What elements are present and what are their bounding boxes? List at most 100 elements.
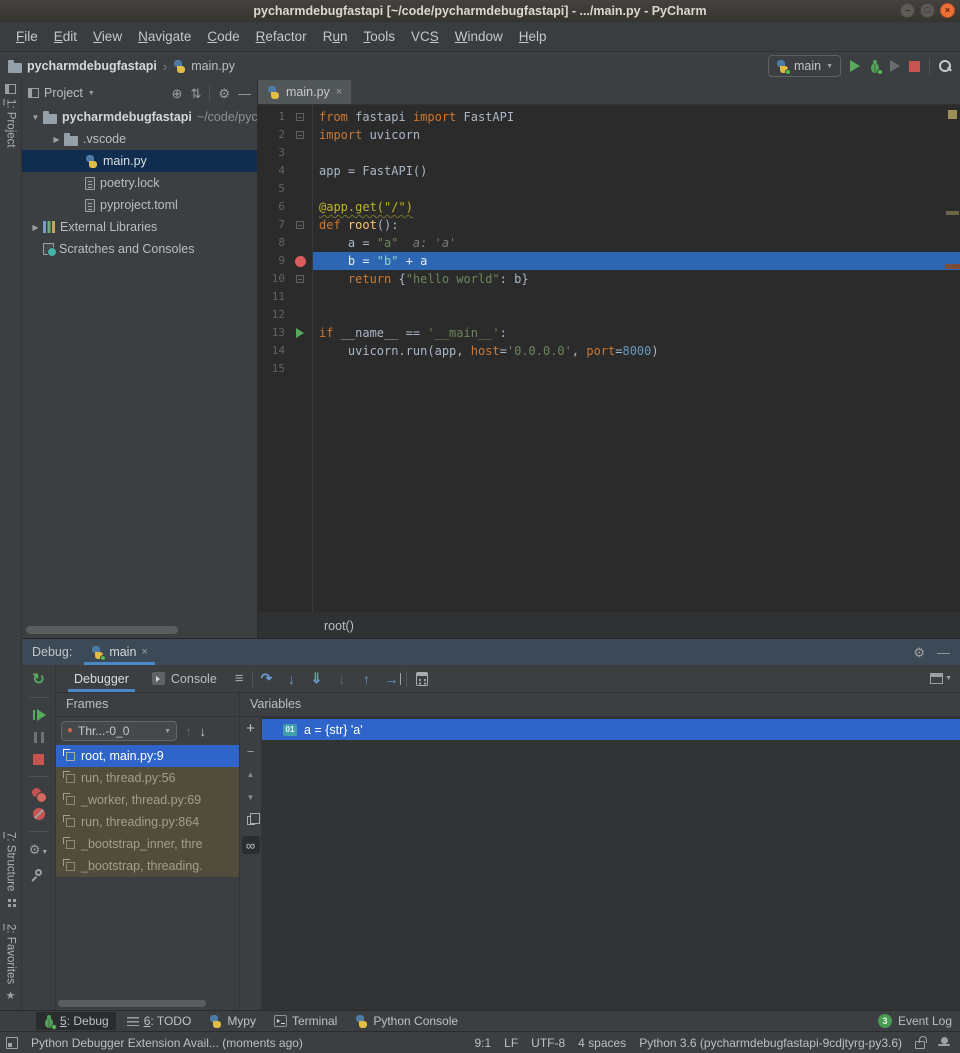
code-text[interactable]: @app.get("/") xyxy=(312,198,960,216)
mute-breakpoints-icon[interactable] xyxy=(33,808,45,820)
tree-item-pycharmdebugfastapi[interactable]: ▼pycharmdebugfastapi~/code/pycharmdebugf… xyxy=(22,106,257,128)
breakpoint-icon[interactable] xyxy=(295,256,306,267)
code-text[interactable] xyxy=(312,180,960,198)
minimize-button[interactable]: – xyxy=(900,3,915,18)
toolwindow-button-todo[interactable]: 6: TODO xyxy=(120,1012,199,1030)
search-everywhere-icon[interactable] xyxy=(939,60,952,73)
code-editor[interactable]: 1from fastapi import FastAPI2import uvic… xyxy=(258,105,960,612)
duplicate-watch-icon[interactable] xyxy=(247,816,255,825)
unlock-icon[interactable] xyxy=(915,1041,925,1049)
restore-layout-icon[interactable] xyxy=(930,673,943,684)
tree-item-external-libraries[interactable]: ▶External Libraries xyxy=(22,216,257,238)
force-step-into-icon[interactable]: ⇓ xyxy=(306,670,328,687)
step-over-icon[interactable]: ↷ xyxy=(256,670,278,687)
frame-item-run-threading-py-864[interactable]: run, threading.py:864 xyxy=(56,811,239,833)
menu-navigate[interactable]: Navigate xyxy=(130,26,199,47)
stop-button[interactable] xyxy=(909,61,920,72)
layout-menu-icon[interactable]: ≡ xyxy=(230,670,249,687)
add-watch-icon[interactable]: + xyxy=(246,722,255,736)
pin-tab-icon[interactable] xyxy=(34,868,44,878)
code-text[interactable]: return {"hello world": b} xyxy=(312,270,960,288)
status-message[interactable]: Python Debugger Extension Avail... (mome… xyxy=(31,1036,303,1050)
stripe-button-structure[interactable]: 7: Structure xyxy=(5,832,17,907)
rerun-icon[interactable]: ↻ xyxy=(32,673,45,686)
stop-icon[interactable] xyxy=(33,754,44,765)
inspections-profile-icon[interactable] xyxy=(938,1037,950,1049)
view-breakpoints-icon[interactable] xyxy=(32,788,41,797)
step-out-icon[interactable]: ↑ xyxy=(356,671,378,687)
debug-button[interactable] xyxy=(869,60,881,73)
debugger-settings-icon[interactable]: ⚙▼ xyxy=(29,843,49,856)
tree-item-main-py[interactable]: main.py xyxy=(22,150,257,172)
tree-arrow-icon[interactable]: ▶ xyxy=(49,135,64,144)
next-frame-icon[interactable]: ↓ xyxy=(200,724,207,739)
caret-position[interactable]: 9:1 xyxy=(474,1036,491,1050)
frame-item-bootstrap-inner-thre[interactable]: _bootstrap_inner, thre xyxy=(56,833,239,855)
tree-item-poetry-lock[interactable]: poetry.lock xyxy=(22,172,257,194)
fold-icon[interactable] xyxy=(296,113,304,121)
variable-item[interactable]: 01a = {str} 'a' xyxy=(262,719,960,740)
project-view-dropdown-icon[interactable]: ▼ xyxy=(88,90,95,97)
show-watches-toggle-icon[interactable]: ∞ xyxy=(242,836,260,854)
session-close-icon[interactable]: × xyxy=(141,646,147,658)
code-text[interactable]: uvicorn.run(app, host='0.0.0.0', port=80… xyxy=(312,342,960,360)
menu-edit[interactable]: Edit xyxy=(46,26,85,47)
coverage-button[interactable] xyxy=(890,60,900,72)
project-horizontal-scrollbar[interactable] xyxy=(26,626,178,634)
code-text[interactable] xyxy=(312,360,960,378)
tree-arrow-icon[interactable]: ▼ xyxy=(28,113,43,122)
frames-horizontal-scrollbar[interactable] xyxy=(58,1000,206,1007)
run-line-icon[interactable] xyxy=(296,328,304,338)
stripe-button-project[interactable]: 1: Project xyxy=(5,84,17,148)
editor-tab-main-py[interactable]: main.py × xyxy=(258,80,351,104)
menu-run[interactable]: Run xyxy=(315,26,356,47)
code-text[interactable]: if __name__ == '__main__': xyxy=(312,324,960,342)
menu-help[interactable]: Help xyxy=(511,26,555,47)
evaluate-expression-icon[interactable] xyxy=(416,672,428,686)
code-text[interactable]: b = "b" + a xyxy=(312,252,960,270)
menu-code[interactable]: Code xyxy=(199,26,247,47)
toolwindow-button-event-log[interactable]: Event Log xyxy=(898,1014,952,1028)
error-stripe-warning-mark[interactable] xyxy=(946,211,959,215)
toggle-toolwindows-icon[interactable] xyxy=(6,1037,18,1049)
frame-item-bootstrap-threading[interactable]: _bootstrap, threading. xyxy=(56,855,239,877)
debug-settings-gear-icon[interactable]: ⚙ xyxy=(913,646,925,659)
frame-item-root-main-py-9[interactable]: root, main.py:9 xyxy=(56,745,239,767)
code-text[interactable]: def root(): xyxy=(312,216,960,234)
breadcrumb-file[interactable]: main.py xyxy=(191,59,235,73)
tab-debugger[interactable]: Debugger xyxy=(64,665,139,692)
frame-item-worker-thread-py-69[interactable]: _worker, thread.py:69 xyxy=(56,789,239,811)
code-text[interactable] xyxy=(312,306,960,324)
toolwindow-button-python-console[interactable]: Python Console xyxy=(348,1012,465,1030)
tree-item-vscode[interactable]: ▶.vscode xyxy=(22,128,257,150)
tree-item-scratches-and-consoles[interactable]: Scratches and Consoles xyxy=(22,238,257,260)
resume-program-icon[interactable] xyxy=(32,709,46,721)
line-ending[interactable]: LF xyxy=(504,1036,518,1050)
code-text[interactable] xyxy=(312,144,960,162)
frame-item-run-thread-py-56[interactable]: run, thread.py:56 xyxy=(56,767,239,789)
debug-hide-icon[interactable]: — xyxy=(937,646,950,659)
project-view-title[interactable]: Project xyxy=(44,86,83,100)
step-into-icon[interactable]: ↓ xyxy=(281,671,303,687)
code-text[interactable]: from fastapi import FastAPI xyxy=(312,108,960,126)
fold-icon[interactable] xyxy=(296,221,304,229)
menu-file[interactable]: File xyxy=(8,26,46,47)
debug-session-tab[interactable]: main × xyxy=(84,639,155,665)
thread-selector[interactable]: ● Thr...-0_0 ▼ xyxy=(61,721,177,741)
toolwindow-button-debug[interactable]: 5: Debug xyxy=(36,1012,116,1030)
hide-panel-icon[interactable]: — xyxy=(238,87,251,100)
code-text[interactable]: app = FastAPI() xyxy=(312,162,960,180)
maximize-button[interactable]: □ xyxy=(920,3,935,18)
tree-arrow-icon[interactable]: ▶ xyxy=(28,223,43,232)
file-encoding[interactable]: UTF-8 xyxy=(531,1036,565,1050)
indent-setting[interactable]: 4 spaces xyxy=(578,1036,626,1050)
fold-icon[interactable] xyxy=(296,131,304,139)
error-stripe-breakpoint-mark[interactable] xyxy=(945,264,960,269)
run-configuration-select[interactable]: main ▼ xyxy=(768,55,841,77)
stripe-button-favorites[interactable]: 2: Favorites ★ xyxy=(4,924,17,1002)
menu-view[interactable]: View xyxy=(85,26,130,47)
run-button[interactable] xyxy=(850,60,860,72)
code-text[interactable]: import uvicorn xyxy=(312,126,960,144)
code-text[interactable] xyxy=(312,288,960,306)
layout-dropdown-icon[interactable]: ▼ xyxy=(945,675,952,682)
